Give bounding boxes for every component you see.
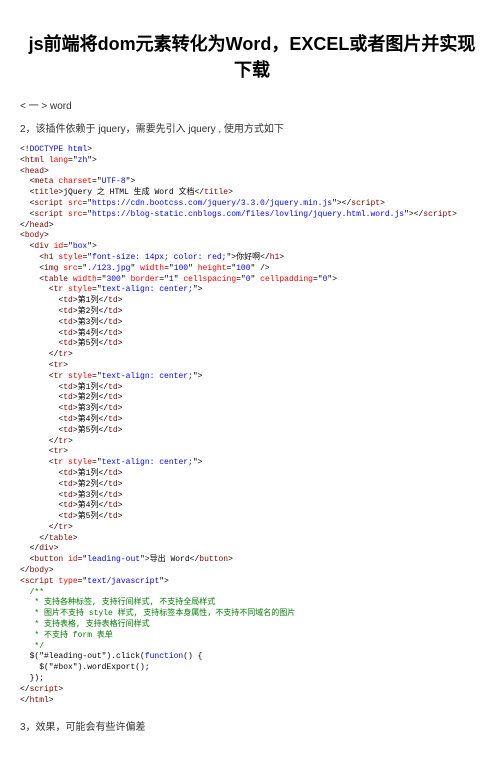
usage-desc: 2，该插件依赖于 jquery，需要先引入 jquery , 使用方式如下 [20,120,484,135]
result-desc: 3，效果，可能会有些许偏差 [20,718,484,733]
code-block: <!DOCTYPE html> <html lang="zh"> <head> … [20,145,484,706]
page-title: js前端将dom元素转化为Word，EXCEL或者图片并实现下载 [20,30,484,82]
section-one-label: < 一 > word [20,97,484,112]
